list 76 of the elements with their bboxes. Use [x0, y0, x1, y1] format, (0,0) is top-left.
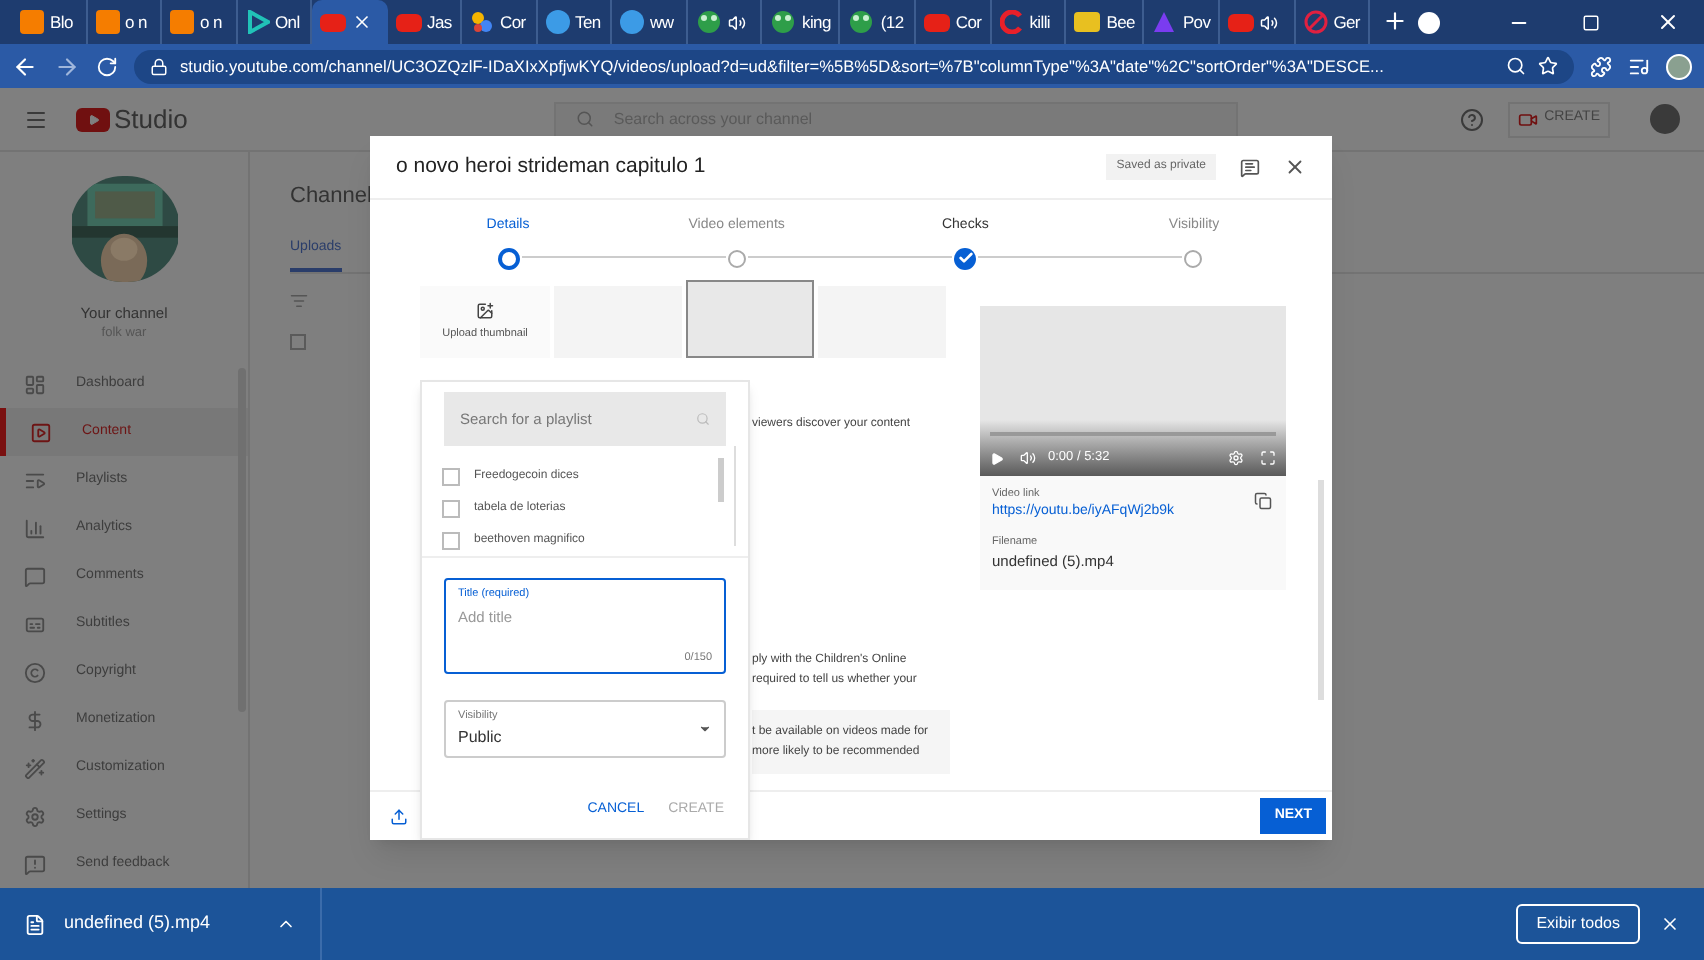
reload-icon[interactable]: [96, 55, 118, 77]
comment-icon: [24, 565, 46, 587]
checkbox[interactable]: [290, 334, 306, 350]
studio-logo-icon: [76, 107, 110, 131]
search-icon: [696, 412, 710, 426]
studio-logo: Studio: [114, 101, 188, 138]
download-item[interactable]: undefined (5).mp4: [64, 910, 211, 938]
list-icon: [24, 469, 46, 491]
bar-chart-icon: [24, 517, 46, 539]
play-icon: [30, 421, 52, 443]
volume-icon[interactable]: [1020, 450, 1036, 467]
new-tab-icon[interactable]: [1382, 8, 1409, 34]
extensions-icon[interactable]: [1590, 55, 1612, 77]
dollar-icon: [24, 709, 46, 731]
favicon-icon: [848, 10, 875, 34]
image-icon: [476, 301, 494, 320]
favicon-icon: [245, 10, 269, 34]
upload-icon[interactable]: [390, 807, 408, 825]
settings-icon: [24, 805, 46, 827]
wand-icon: [24, 757, 46, 779]
favicon-icon: [395, 13, 421, 31]
thumbnail-slot[interactable]: [686, 280, 814, 358]
page-title: Channel: [290, 182, 374, 212]
back-icon[interactable]: [12, 53, 38, 79]
menu-icon[interactable]: [24, 107, 48, 131]
favicon-icon: [999, 10, 1024, 34]
favicon-icon: [470, 10, 494, 34]
dashboard-icon: [24, 373, 46, 395]
avatar-icon[interactable]: [1650, 104, 1680, 134]
profile-icon[interactable]: [1418, 12, 1440, 34]
help-icon[interactable]: [1460, 107, 1485, 131]
show-all-button[interactable]: Exibir todos: [1516, 904, 1640, 944]
favicon-icon: [1303, 10, 1328, 34]
favicon-icon: [545, 10, 569, 34]
avatar-icon[interactable]: [1666, 53, 1692, 79]
checkbox[interactable]: [442, 531, 460, 549]
forward-icon[interactable]: [54, 53, 80, 79]
close-icon[interactable]: [1284, 156, 1306, 178]
speaker-icon: [1260, 13, 1279, 31]
bookmark-star-icon[interactable]: [1538, 56, 1558, 76]
favicon-icon: [923, 13, 950, 31]
restore-icon[interactable]: [1582, 14, 1600, 32]
favicon-icon: [695, 10, 721, 34]
copy-icon[interactable]: [1254, 492, 1272, 510]
checkbox[interactable]: [442, 467, 460, 485]
file-icon: [24, 913, 46, 935]
fullscreen-icon[interactable]: [1260, 450, 1276, 467]
favicon-icon: [20, 10, 44, 34]
favicon-icon: [1074, 12, 1101, 32]
subtitles-icon: [24, 613, 46, 635]
zoom-icon[interactable]: [1506, 56, 1526, 76]
close-icon[interactable]: [352, 12, 372, 32]
address-bar[interactable]: studio.youtube.com/channel/UC3OZQzlF-IDaXIxXpfjwKYQ/videos/upload?d=ud&filter=%5B%5D&sort=%7B"columnType"%3A"date"%2C"sortOrder"%3A"DESCE...: [134, 49, 1574, 83]
dialog-title: o novo heroi strideman capitulo 1: [396, 151, 708, 182]
favicon-icon: [770, 10, 796, 34]
url-text: studio.youtube.com/channel/UC3OZQzlF-IDaXIxXpfjwKYQ/videos/upload?d=ud&filter=%5B%5D&sort=%7B"columnType"%3A"date"%2C"sortOrder"%3A"DESCE...: [180, 55, 1386, 77]
settings-icon[interactable]: [1228, 450, 1244, 467]
feedback-icon[interactable]: [1240, 157, 1260, 177]
camera-icon: [1518, 109, 1539, 129]
favicon-icon: [1152, 10, 1177, 34]
close-icon[interactable]: [1660, 914, 1680, 934]
dropdown-arrow-icon: [698, 722, 712, 736]
favicon-icon: [620, 10, 644, 34]
close-icon[interactable]: [1656, 10, 1680, 34]
favicon-icon: [1228, 13, 1255, 31]
favicon-icon: [95, 10, 119, 34]
favicon-icon: [320, 13, 346, 31]
lock-icon: [150, 57, 168, 75]
copyright-icon: [24, 661, 46, 683]
search-icon: [575, 110, 594, 128]
favicon-icon: [170, 10, 194, 34]
feedback-icon: [24, 853, 46, 875]
checkbox[interactable]: [442, 499, 460, 517]
media-list-icon[interactable]: [1628, 55, 1650, 77]
play-icon[interactable]: [990, 451, 1004, 466]
speaker-icon: [727, 13, 745, 31]
